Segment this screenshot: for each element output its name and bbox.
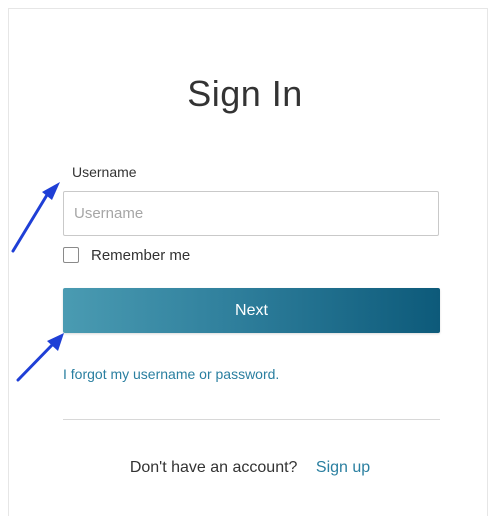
page-title: Sign In — [187, 73, 303, 114]
arrow-up-right-icon — [16, 333, 64, 382]
next-button[interactable]: Next — [63, 288, 440, 333]
forgot-credentials-link[interactable]: I forgot my username or password. — [63, 366, 279, 382]
remember-me-label[interactable]: Remember me — [91, 247, 190, 264]
username-input[interactable] — [63, 191, 439, 236]
divider — [63, 419, 440, 420]
signup-link[interactable]: Sign up — [316, 459, 370, 476]
remember-me-row[interactable]: Remember me — [63, 245, 190, 265]
signup-row: Don't have an account? Sign up — [0, 459, 490, 477]
screen: Sign In Username Remember me Next I forg… — [0, 0, 490, 516]
arrow-up-right-icon — [11, 182, 60, 253]
username-label: Username — [72, 164, 137, 180]
signup-prompt: Don't have an account? — [129, 459, 298, 476]
